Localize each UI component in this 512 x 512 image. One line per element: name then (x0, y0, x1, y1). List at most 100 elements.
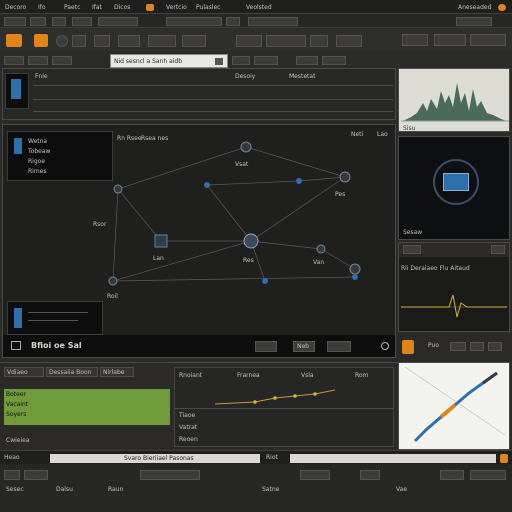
toolbar-button[interactable] (402, 34, 428, 46)
menu-item[interactable]: Veolsted (246, 4, 272, 11)
menu-item[interactable]: Ifat (92, 4, 102, 11)
status-bar: Heao Svaro Bieriiael Pasonas Riot (0, 450, 512, 464)
toolbar-button[interactable] (296, 56, 318, 65)
toolbar-button[interactable] (266, 35, 306, 47)
toolbar-button[interactable] (166, 17, 222, 26)
trajectory-chart (404, 366, 506, 443)
footer-button[interactable] (255, 341, 277, 352)
footer-item[interactable]: Vae (396, 486, 407, 493)
badge: Desoiy (235, 73, 256, 80)
toolbar-button[interactable] (56, 35, 68, 47)
tab-label: Dessaiia Boon (49, 369, 92, 376)
menu-item[interactable]: Vertcio (166, 4, 187, 11)
menu-item[interactable]: Paetc (64, 4, 80, 11)
divider (28, 320, 78, 321)
bottom-tab[interactable]: Nirlabe (100, 367, 134, 377)
status-text: Svaro Bieriiael Pasonas (124, 455, 194, 462)
menu-item[interactable]: Ifo (38, 4, 46, 11)
toolbar-button[interactable] (236, 35, 262, 47)
footer-item[interactable]: Dalsu (56, 486, 73, 493)
toolbar-button[interactable] (4, 17, 26, 26)
toolbar-button[interactable] (336, 35, 362, 47)
menu-item[interactable]: Pulaslec (196, 4, 220, 11)
divider (175, 408, 393, 409)
menu-item[interactable]: Decoro (5, 4, 26, 11)
graph-title: Bfioi oe Sal (31, 341, 82, 350)
toolbar-button[interactable] (72, 17, 92, 26)
list-item: Vacaint (6, 401, 29, 408)
footer-bar: Sesec Dalsu Raun Satne Vae (0, 464, 512, 512)
status-input[interactable]: Svaro Bieriiael Pasonas (50, 454, 260, 463)
footer-button[interactable] (4, 470, 20, 480)
chip-icon (443, 173, 469, 191)
bottom-middle-panel: Rnoiant Frarnea Vsla Rom Tiaoe Vatrat Re… (174, 367, 394, 447)
toolbar-button[interactable] (30, 17, 46, 26)
list-item: Boteer (6, 391, 26, 398)
footer-item[interactable]: Raun (108, 486, 123, 493)
footer-button[interactable] (300, 470, 330, 480)
chip-orange-icon[interactable] (402, 340, 414, 354)
footer-button[interactable] (440, 470, 464, 480)
footer-button[interactable] (470, 470, 506, 480)
toolbar-orange-icon[interactable] (34, 34, 48, 47)
toolbar-button[interactable] (72, 35, 86, 47)
badge: Fnie (35, 73, 48, 80)
footer-button[interactable] (140, 470, 200, 480)
alert-icon[interactable] (500, 454, 508, 463)
device-panel: Sesaw (398, 136, 510, 240)
status-input[interactable] (290, 454, 496, 463)
menu-item-right[interactable]: Aneseaded (458, 4, 491, 11)
table-row: Tiaoe (179, 412, 196, 419)
toolbar-button[interactable] (52, 17, 66, 26)
bottom-tab[interactable]: Dessaiia Boon (46, 367, 98, 377)
node-label: Lan (153, 255, 164, 262)
window-close-icon[interactable] (498, 4, 506, 11)
node-label: Rsor (93, 221, 107, 228)
footer-item[interactable]: Satne (262, 486, 279, 493)
table-row: Reoen (179, 436, 198, 443)
trajectory-panel (398, 362, 510, 450)
bottom-tab[interactable]: Vdiaeo (4, 367, 44, 377)
settings-icon[interactable] (381, 342, 389, 350)
column-header: Rnoiant (179, 372, 203, 379)
toolbar-button[interactable] (118, 35, 140, 47)
sub-toolbar (4, 56, 108, 66)
toolbar-button[interactable] (403, 245, 421, 254)
app-logo-icon (146, 4, 154, 11)
menu-bar: Decoro Ifo Paetc Ifat Dicos Vertcio Pula… (0, 0, 512, 14)
toolbar-button[interactable] (94, 35, 110, 47)
toolbar-button[interactable] (456, 17, 492, 26)
progress-bar (4, 389, 170, 425)
toolbar-button[interactable] (488, 342, 502, 351)
footer-button[interactable] (360, 470, 380, 480)
toolbar-button[interactable] (98, 17, 138, 26)
column-header: Vsla (301, 372, 314, 379)
chip-label: Puo (428, 342, 439, 349)
toolbar-orange-icon[interactable] (6, 34, 22, 47)
toolbar-button[interactable] (148, 35, 176, 47)
footer-item[interactable]: Sesec (6, 486, 24, 493)
footer-button[interactable] (327, 341, 351, 352)
toolbar-button[interactable] (322, 56, 346, 65)
dropdown-icon[interactable] (215, 58, 223, 65)
toolbar-button[interactable] (52, 56, 72, 65)
toolbar-button[interactable] (470, 342, 484, 351)
bottom-left-panel: Vdiaeo Dessaiia Boon Nirlabe Boteer Vaca… (4, 367, 170, 447)
toolbar-button[interactable] (470, 34, 506, 46)
toolbar-button[interactable] (232, 56, 250, 65)
footer-button[interactable]: Neb (293, 341, 315, 352)
toolbar-button[interactable] (248, 17, 298, 26)
toolbar-button[interactable] (28, 56, 48, 65)
toolbar-button[interactable] (4, 56, 24, 65)
toolbar-button[interactable] (254, 56, 278, 65)
menu-item[interactable]: Dicos (114, 4, 130, 11)
search-input[interactable]: Nid sesncl a Sanh aidb (110, 54, 228, 68)
toolbar-button[interactable] (491, 245, 505, 254)
node-label: Vsat (235, 161, 249, 168)
toolbar-button[interactable] (434, 34, 466, 46)
toolbar-button[interactable] (310, 35, 328, 47)
toolbar-button[interactable] (226, 17, 240, 26)
footer-button[interactable] (24, 470, 48, 480)
toolbar-button[interactable] (182, 35, 206, 47)
toolbar-button[interactable] (450, 342, 466, 351)
